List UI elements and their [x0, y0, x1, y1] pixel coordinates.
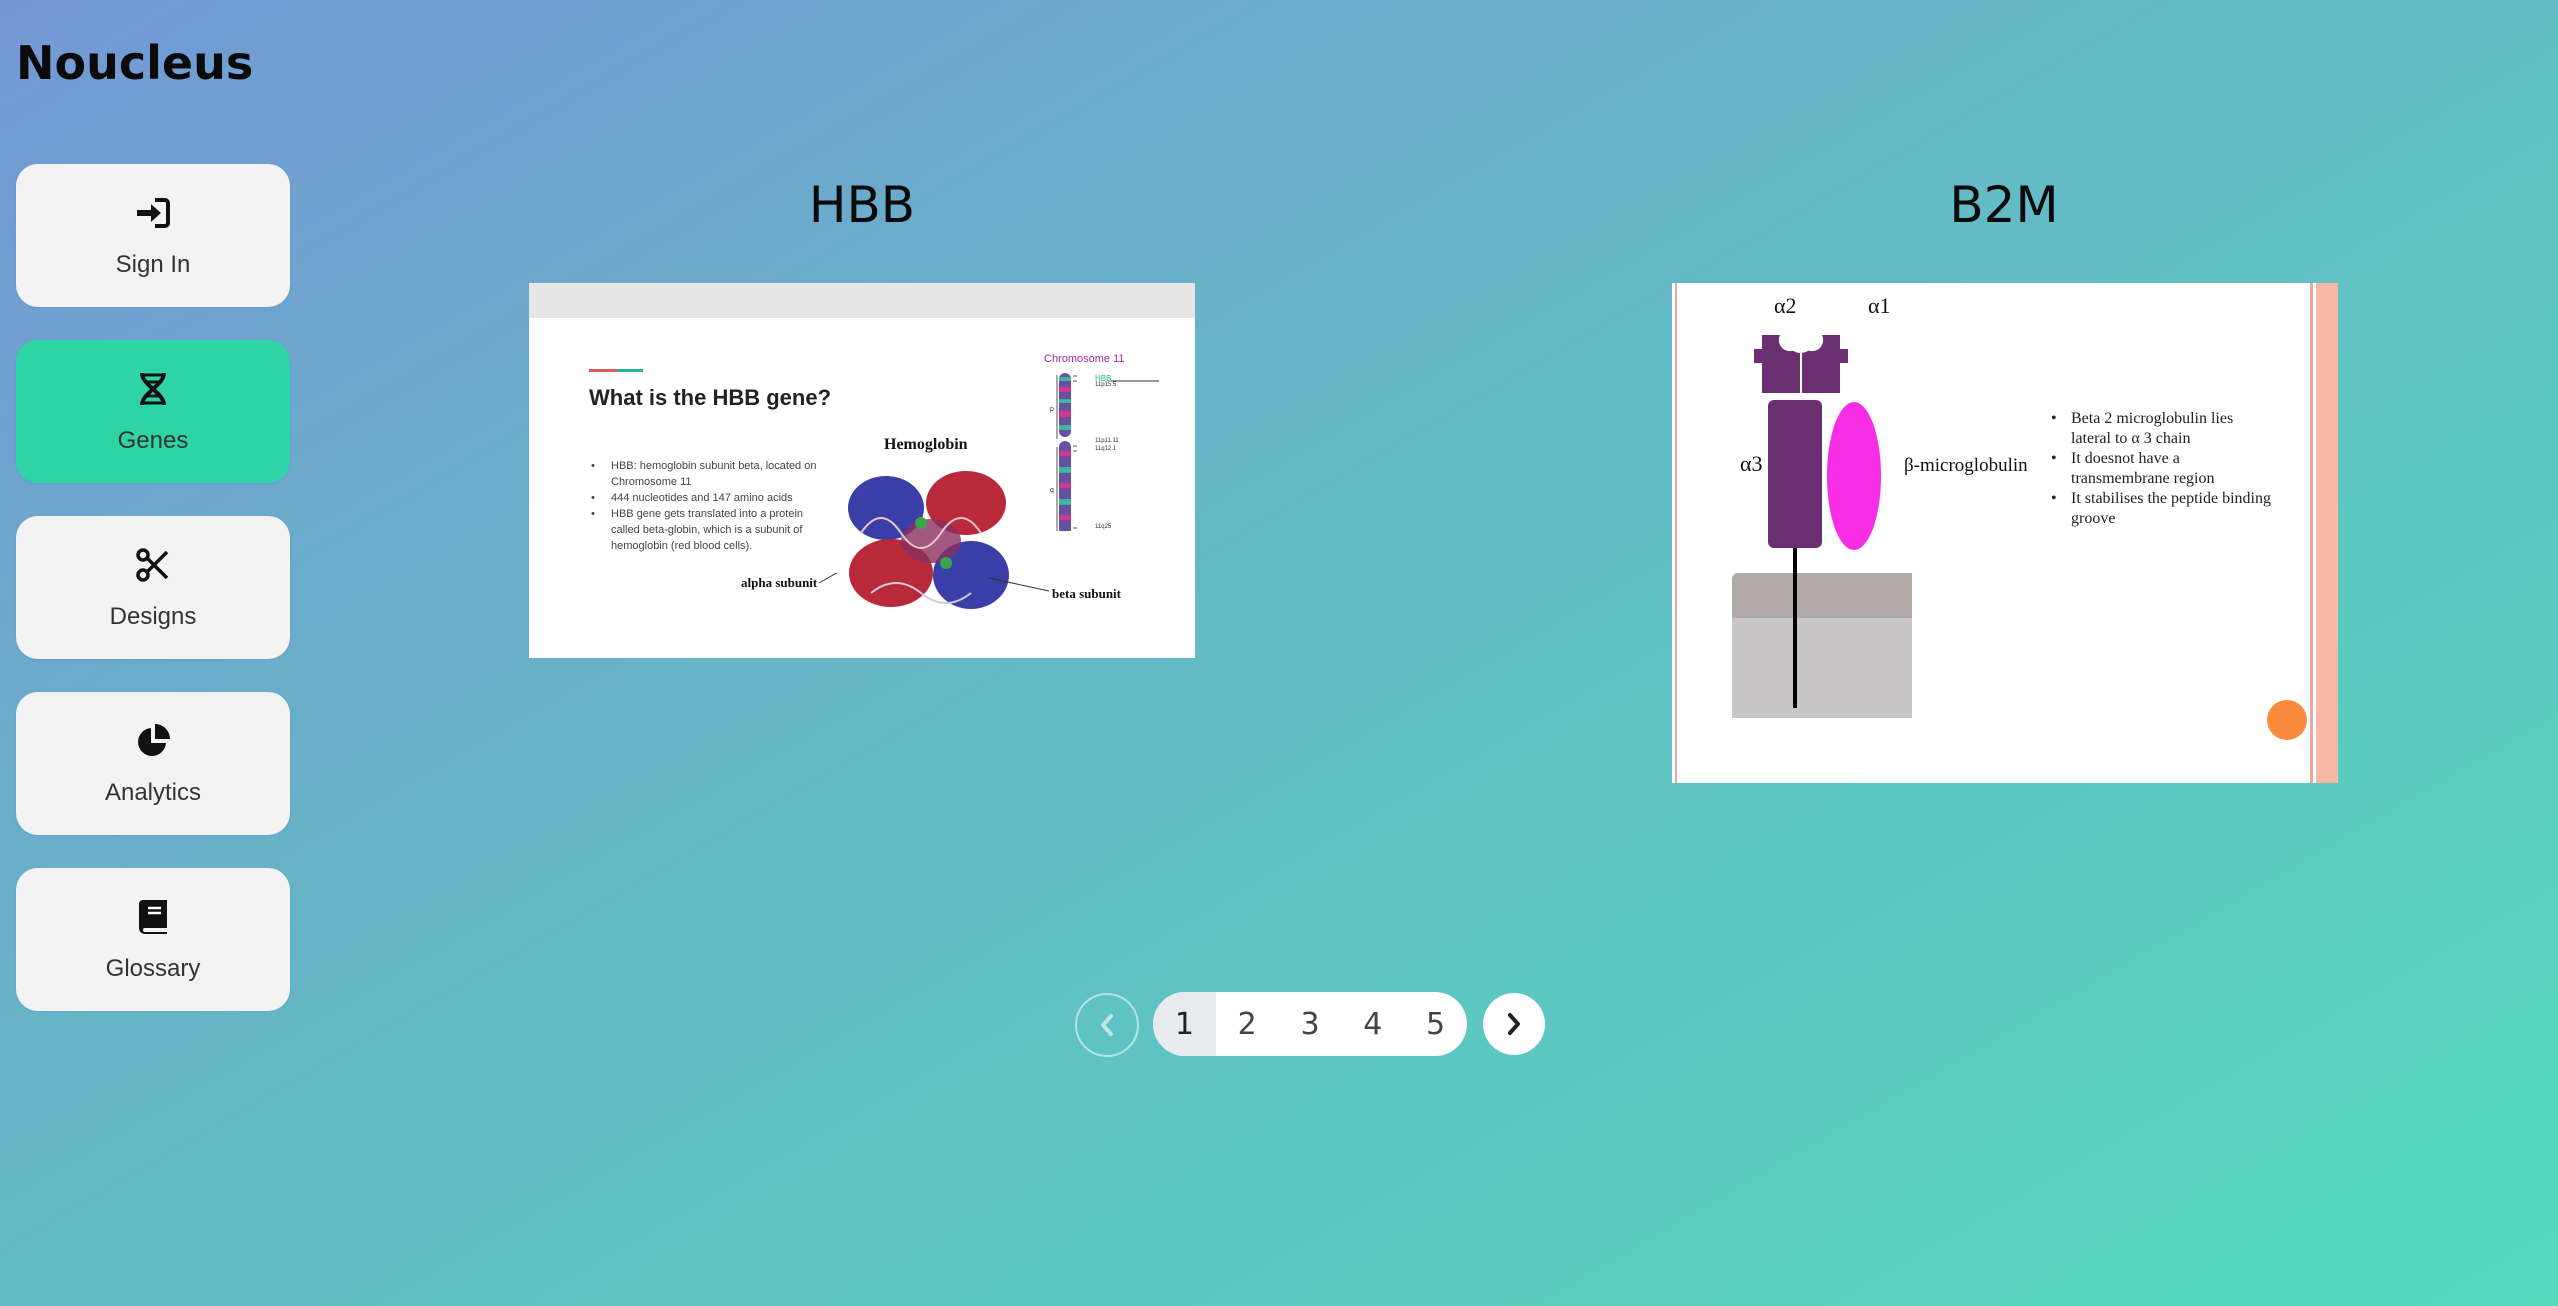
band-label: 11q25 — [1095, 524, 1112, 530]
subunit-pointer-lines — [818, 573, 1050, 592]
sidebar-item-sign-in[interactable]: Sign In — [16, 164, 290, 307]
sidebar-item-label: Designs — [109, 602, 197, 630]
chromosome-title: Chromosome 11 — [1044, 353, 1125, 365]
beta-microglobulin-label: β-microglobulin — [1904, 455, 2028, 476]
band-label: p — [1050, 406, 1054, 413]
band-label: 11p11.11 — [1095, 438, 1119, 444]
hbb-slide-thumbnail[interactable]: What is the HBB gene? • HBB: hemoglobin s… — [529, 283, 1195, 658]
slide-border-bar — [2316, 283, 2338, 783]
sidebar-item-genes[interactable]: Genes — [16, 340, 290, 483]
pie-chart-icon — [133, 721, 173, 761]
b2m-slide-thumbnail[interactable]: α2 α1 α3 β-microglobulin • Beta 2 microgl… — [1672, 283, 2338, 783]
slide-header-bar — [529, 283, 1195, 318]
sidebar-item-designs[interactable]: Designs — [16, 516, 290, 659]
bullet-item: • HBB: hemoglobin subunit beta, located o… — [591, 460, 817, 488]
sidebar-item-label: Analytics — [104, 778, 202, 806]
alpha3-label: α3 — [1740, 451, 1763, 476]
accent-line — [589, 369, 617, 372]
slide-border-line — [1675, 283, 1677, 783]
sidebar-item-label: Sign In — [115, 250, 191, 278]
bullet-item: • HBB gene gets translated into a protein… — [591, 508, 804, 552]
prev-page-button[interactable] — [1075, 993, 1139, 1057]
bullet-text: 444 nucleotides and 147 amino acids — [611, 492, 793, 504]
bullet-item: • It doesnot have a transmembrane region — [2051, 450, 2215, 487]
gene-title-hbb[interactable]: HBB — [512, 176, 1212, 234]
slide-heading: What is the HBB gene? — [589, 385, 832, 410]
sidebar-item-analytics[interactable]: Analytics — [16, 692, 290, 835]
sidebar-item-label: Glossary — [105, 954, 201, 982]
book-icon — [133, 897, 173, 937]
band-label: 11p15.5 — [1095, 382, 1117, 388]
page-button-3[interactable]: 3 — [1279, 992, 1342, 1056]
band-label: 11q12.1 — [1095, 446, 1117, 452]
slide-bullets: • Beta 2 microglobulin lies lateral to α … — [2051, 409, 2271, 529]
page-button-5[interactable]: 5 — [1404, 992, 1467, 1056]
slide-decoration-dot — [2267, 700, 2307, 740]
chevron-left-icon — [1101, 1014, 1113, 1036]
bullet-text: Beta 2 microglobulin lies lateral to α 3… — [2071, 410, 2234, 447]
bullet-text: HBB: hemoglobin subunit beta, located on… — [611, 460, 817, 488]
chevron-right-icon — [1508, 1013, 1520, 1035]
alpha2-label: α2 — [1774, 293, 1797, 318]
sign-in-icon — [133, 193, 173, 233]
mhc-molecule-diagram — [1732, 335, 1912, 718]
bullet-text: HBB gene gets translated into a protein … — [611, 508, 804, 552]
sidebar-item-label: Genes — [117, 426, 189, 454]
slide-border-line — [2310, 283, 2313, 783]
app-title: Noucleus — [16, 36, 254, 90]
accent-line — [617, 369, 643, 372]
figure-title: Hemoglobin — [884, 436, 968, 453]
bullet-item: • It stabilises the peptide binding groov… — [2051, 490, 2271, 527]
bullet-item: • 444 nucleotides and 147 amino acids — [591, 492, 793, 504]
gene-title-b2m[interactable]: B2M — [1654, 176, 2354, 234]
page-button-4[interactable]: 4 — [1341, 992, 1404, 1056]
sidebar-item-glossary[interactable]: Glossary — [16, 868, 290, 1011]
band-label: q — [1050, 487, 1054, 494]
scissors-icon — [133, 545, 173, 585]
page-button-2[interactable]: 2 — [1216, 992, 1279, 1056]
alpha1-label: α1 — [1868, 293, 1891, 318]
chromosome-ideogram — [1056, 373, 1159, 531]
bullet-text: It stabilises the peptide binding groove — [2071, 490, 2271, 527]
dna-icon — [133, 369, 173, 409]
slide-bullets: • HBB: hemoglobin subunit beta, located o… — [591, 458, 831, 554]
page-button-1[interactable]: 1 — [1153, 992, 1216, 1056]
pagination-pages: 1 2 3 4 5 — [1153, 992, 1467, 1056]
bullet-text: It doesnot have a transmembrane region — [2071, 450, 2215, 487]
bullet-item: • Beta 2 microglobulin lies lateral to α … — [2051, 410, 2234, 447]
next-page-button[interactable] — [1483, 993, 1545, 1055]
